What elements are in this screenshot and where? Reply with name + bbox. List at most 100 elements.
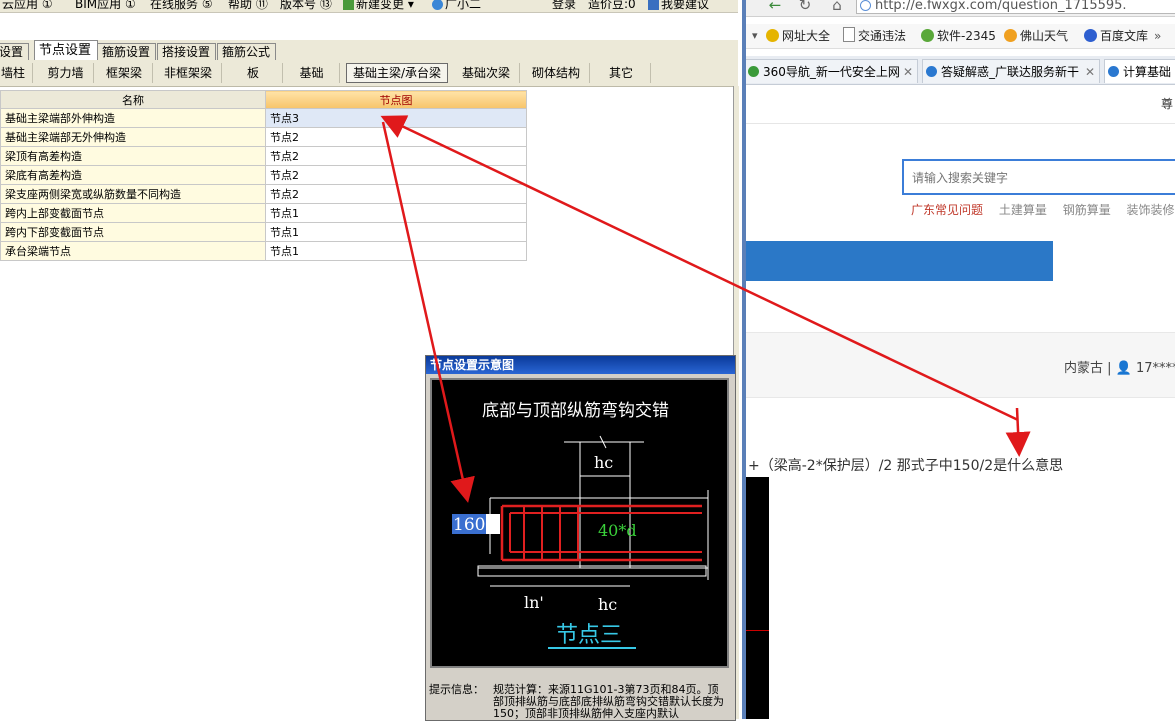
browser-nav-bar: ← ↻ ⌂ http://e.fwxgx.com/question_171559… xyxy=(746,0,1175,17)
question-meta: 内蒙古 | 👤 17**** xyxy=(1064,361,1175,376)
menu-coins: 造价豆:0 xyxy=(588,0,636,11)
weather-icon xyxy=(1004,29,1017,42)
tab-favicon-icon xyxy=(926,66,937,77)
subtab-other[interactable]: 其它 xyxy=(592,63,651,83)
table-row[interactable]: 跨内下部变截面节点 节点1 xyxy=(0,222,527,242)
menu-version[interactable]: 版本号 ⑬ xyxy=(280,0,332,12)
row-node-value[interactable]: 节点1 xyxy=(265,241,527,261)
row-name: 梁底有高差构造 xyxy=(0,165,266,185)
hot-link-rebar-quantity[interactable]: 钢筋算量 xyxy=(1063,203,1111,217)
row-node-value[interactable]: 节点3 xyxy=(265,108,527,128)
row-node-value[interactable]: 节点2 xyxy=(265,184,527,204)
page-header: 尊 xyxy=(746,85,1175,124)
row-node-value[interactable]: 节点2 xyxy=(265,165,527,185)
table-row[interactable]: 梁支座两侧梁宽或纵筋数量不同构造 节点2 xyxy=(0,184,527,204)
column-header-name[interactable]: 名称 xyxy=(0,90,266,109)
bookmark-expand-icon[interactable]: ▾ xyxy=(752,27,758,45)
hint-label: 提示信息： xyxy=(429,683,484,696)
search-input[interactable] xyxy=(904,161,1175,195)
value-160-label[interactable]: 160 xyxy=(453,515,485,535)
row-name: 承台梁端节点 xyxy=(0,241,266,261)
tab-stirrup-formula[interactable]: 箍筋公式 xyxy=(217,43,276,60)
bookmark-foshan-weather[interactable]: 佛山天气 xyxy=(1004,27,1068,45)
header-link[interactable]: 尊 xyxy=(1161,95,1173,112)
table-row[interactable]: 承台梁端节点 节点1 xyxy=(0,241,527,261)
diagram-heading: 底部与顶部纵筋弯钩交错 xyxy=(482,401,669,421)
chat-icon xyxy=(648,0,659,10)
red-line-mark xyxy=(746,630,769,631)
row-node-value[interactable]: 节点1 xyxy=(265,222,527,242)
hot-link-decoration[interactable]: 装饰装修 xyxy=(1127,203,1175,217)
tab-stirrup-settings[interactable]: 箍筋设置 xyxy=(97,43,156,60)
tab-settings[interactable]: 设置 xyxy=(0,43,29,60)
close-icon[interactable]: ✕ xyxy=(1085,60,1095,83)
subtab-frame-beam[interactable]: 框架梁 xyxy=(96,63,153,83)
subtab-masonry[interactable]: 砌体结构 xyxy=(523,63,590,83)
page-icon xyxy=(843,27,855,42)
reload-icon[interactable]: ↻ xyxy=(794,0,816,15)
plus-circle-icon xyxy=(766,29,779,42)
back-icon[interactable]: ← xyxy=(764,0,786,15)
node-diagram-canvas: 底部与顶部纵筋弯钩交错 hc 40*d 160 ln' hc 节点三 xyxy=(430,378,729,668)
menu-new-change[interactable]: 新建变更 ▾ xyxy=(343,0,414,12)
dialog-title[interactable]: 节点设置示意图 xyxy=(426,356,735,374)
node-caption: 节点三 xyxy=(556,623,622,648)
bookmark-traffic-violation[interactable]: 交通违法 xyxy=(843,27,906,45)
subtab-wall-column[interactable]: 墙柱 xyxy=(0,63,33,83)
subtab-nonframe-beam[interactable]: 非框架梁 xyxy=(155,63,222,83)
tab-favicon-icon xyxy=(1108,66,1119,77)
row-node-value[interactable]: 节点2 xyxy=(265,146,527,166)
menu-bim-app[interactable]: BIM应用 ① xyxy=(75,0,136,12)
menu-cloud-app[interactable]: 云应用 ① xyxy=(2,0,53,12)
close-icon[interactable]: ✕ xyxy=(903,60,913,83)
bookmark-url-directory[interactable]: 网址大全 xyxy=(766,27,830,45)
row-name: 梁支座两侧梁宽或纵筋数量不同构造 xyxy=(0,184,266,204)
tab-calc-basis[interactable]: 计算基础 xyxy=(1104,59,1175,83)
table-row[interactable]: 基础主梁端部外伸构造 节点3 xyxy=(0,108,527,128)
tab-node-settings[interactable]: 节点设置 xyxy=(34,40,98,61)
subtab-shear-wall[interactable]: 剪力墙 xyxy=(38,63,94,83)
bookmark-baidu-wenku[interactable]: 百度文库 xyxy=(1084,27,1148,45)
tab-360-nav[interactable]: 360导航_新一代安全上网 ✕ xyxy=(746,59,918,83)
table-row[interactable]: 梁顶有高差构造 节点2 xyxy=(0,146,527,166)
menu-online-service[interactable]: 在线服务 ⑤ xyxy=(150,0,213,12)
node-diagram-dialog: 节点设置示意图 底部与顶部纵筋弯钩交错 hc 40*d 160 ln' hc 节… xyxy=(425,355,736,721)
software-2345-icon xyxy=(921,29,934,42)
row-node-value[interactable]: 节点1 xyxy=(265,203,527,223)
image-strip xyxy=(746,477,769,719)
blue-banner xyxy=(746,241,1053,281)
table-row[interactable]: 跨内上部变截面节点 节点1 xyxy=(0,203,527,223)
subtab-foundation[interactable]: 基础 xyxy=(284,63,340,83)
hot-link-civil-quantity[interactable]: 土建算量 xyxy=(999,203,1047,217)
settings-tabs: 设置 节点设置 箍筋设置 搭接设置 箍筋公式 xyxy=(0,40,738,61)
menu-help[interactable]: 帮助 ⑪ xyxy=(228,0,268,12)
browser-window: ← ↻ ⌂ http://e.fwxgx.com/question_171559… xyxy=(746,0,1175,719)
address-bar[interactable]: http://e.fwxgx.com/question_1715595. xyxy=(856,0,1175,14)
question-text: +（梁高-2*保护层）/2 那式子中150/2是什么意思 xyxy=(748,458,1064,474)
row-name: 跨内上部变截面节点 xyxy=(0,203,266,223)
bookmark-more-icon[interactable]: » xyxy=(1154,27,1161,45)
column-header-node-diagram[interactable]: 节点图 xyxy=(265,90,527,109)
menu-suggest[interactable]: 我要建议 xyxy=(648,0,709,12)
node-settings-grid: 名称 节点图 基础主梁端部外伸构造 节点3 基础主梁端部无外伸构造 节点2 梁顶有高… xyxy=(0,90,527,261)
bookmark-software-2345[interactable]: 软件-2345 xyxy=(921,27,996,45)
hot-link-guangdong-faq[interactable]: 广东常见问题 xyxy=(911,203,983,217)
value-cursor-box xyxy=(486,514,500,534)
subtab-slab[interactable]: 板 xyxy=(224,63,283,83)
tab-favicon-icon xyxy=(748,66,759,77)
tab-lap-settings[interactable]: 搭接设置 xyxy=(157,43,216,60)
question-info-band: 内蒙古 | 👤 17**** xyxy=(746,332,1175,398)
menu-login[interactable]: 登录 xyxy=(552,0,576,12)
subtab-foundation-secondary-beam[interactable]: 基础次梁 xyxy=(453,63,520,83)
row-node-value[interactable]: 节点2 xyxy=(265,127,527,147)
tab-qa-glodon[interactable]: 答疑解惑_广联达服务新干 ✕ xyxy=(922,59,1100,83)
address-url: http://e.fwxgx.com/question_1715595. xyxy=(875,0,1127,13)
browser-tab-strip: 360导航_新一代安全上网 ✕ 答疑解惑_广联达服务新干 ✕ 计算基础 xyxy=(746,56,1175,85)
new-change-icon xyxy=(343,0,354,10)
subtab-foundation-main-beam[interactable]: 基础主梁/承台梁 xyxy=(346,63,448,83)
table-row[interactable]: 梁底有高差构造 节点2 xyxy=(0,165,527,185)
table-row[interactable]: 基础主梁端部无外伸构造 节点2 xyxy=(0,127,527,147)
menu-guangxiaoer[interactable]: 广小二 xyxy=(432,0,481,12)
ln-label: ln' xyxy=(524,593,544,612)
home-icon[interactable]: ⌂ xyxy=(826,0,848,15)
